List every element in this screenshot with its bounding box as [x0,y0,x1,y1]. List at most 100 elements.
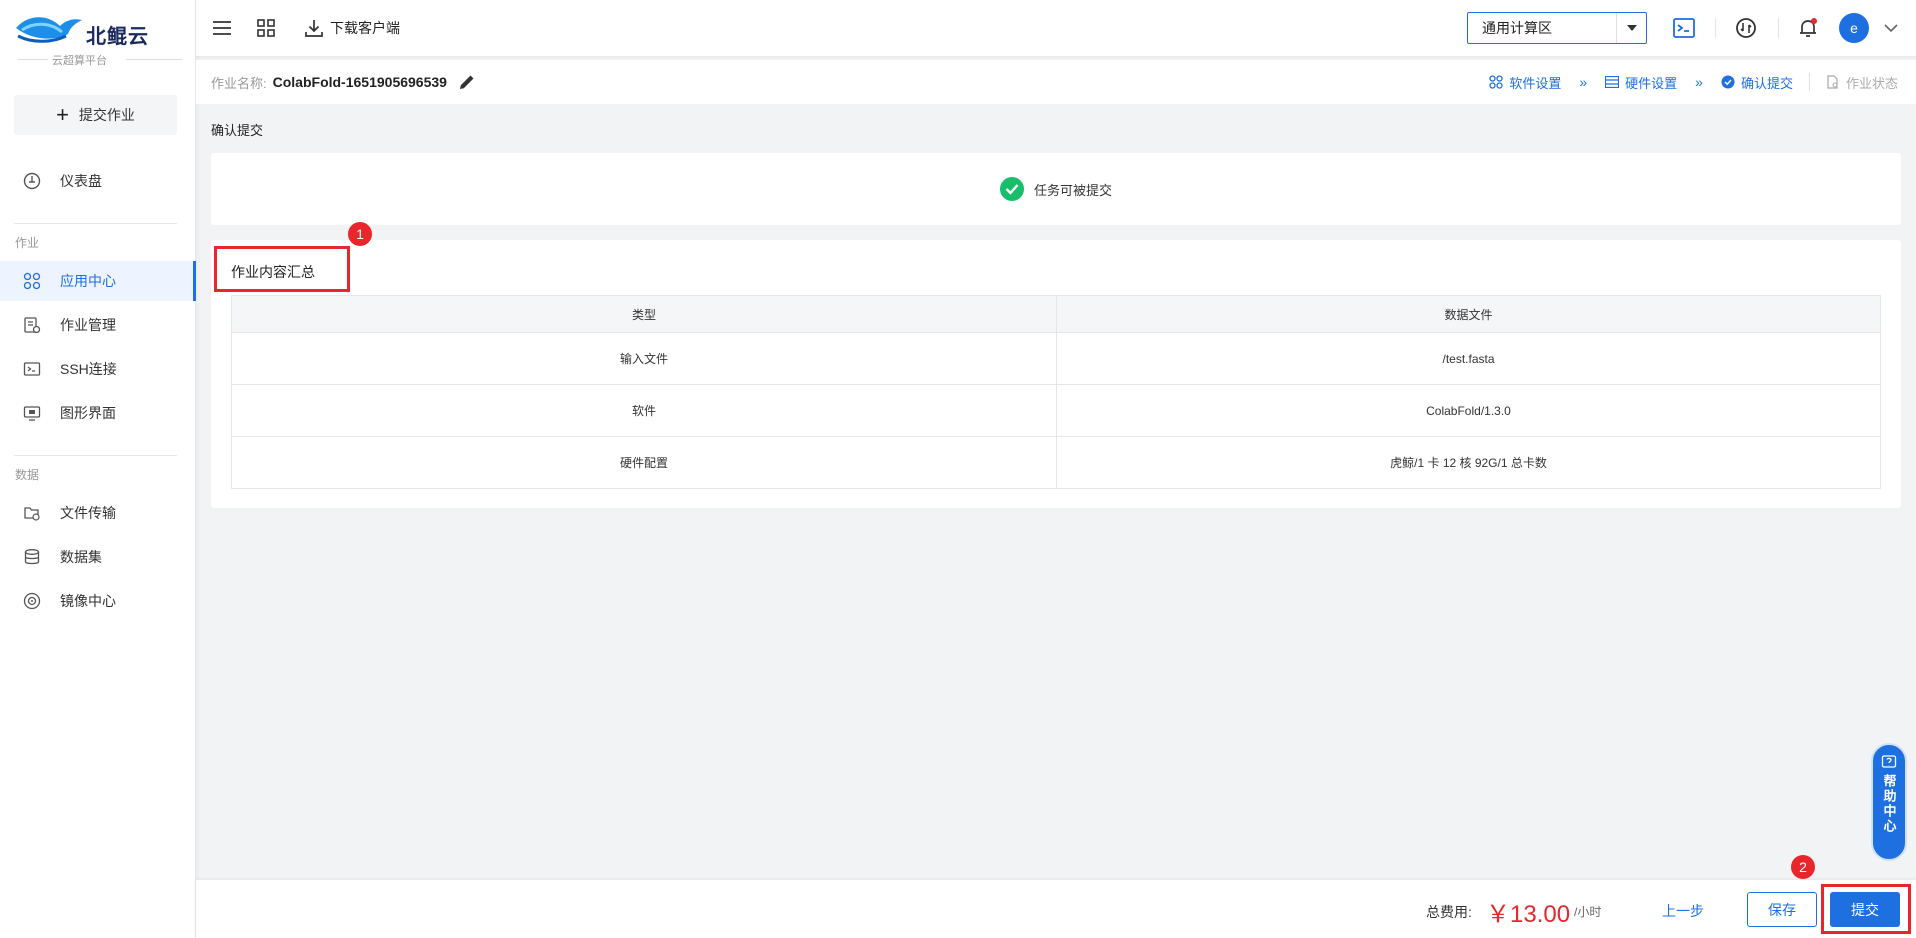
document-search-icon [1827,75,1838,89]
prev-step-button[interactable]: 上一步 [1662,901,1704,921]
brand-subtitle: 云超算平台 [52,55,107,67]
status-text: 任务可被提交 [1033,182,1112,198]
logo-fish-icon [16,17,82,43]
brand-name: 北鲲云 [86,26,149,48]
summary-table: 类型 数据文件 输入文件 /test.fasta 软件 ColabFold/1.… [231,295,1881,489]
menu-icon[interactable] [210,16,234,40]
bottom-bar: 总费用: ￥13.00 /小时 上一步 保存 提交 [196,880,1916,938]
apps-grid-icon[interactable] [254,16,278,40]
table-cell: ColabFold/1.3.0 [1056,384,1881,437]
plus-icon: + [56,102,69,127]
sidebar-item-label: 仪表盘 [60,173,102,189]
double-chevron-right-icon: » [1579,74,1588,90]
job-header: 作业名称: ColabFold-1651905696539 软件设置 » 硬件设… [196,60,1916,104]
step-hardware-settings[interactable]: 硬件设置 [1605,73,1677,92]
edit-pencil-icon[interactable] [457,72,477,92]
status-card: 任务可被提交 [211,153,1901,225]
step-job-status[interactable]: 作业状态 [1826,73,1898,92]
divider [14,455,177,456]
submit-job-button[interactable]: + 提交作业 [14,95,177,135]
help-chat-icon [1881,755,1897,768]
table-header-row: 类型 数据文件 [231,295,1881,333]
table-row: 输入文件 /test.fasta [231,332,1881,385]
help-center-label: 帮助中心 [1881,774,1897,834]
avatar[interactable]: e [1839,13,1869,43]
sidebar-item-label: SSH连接 [60,361,117,377]
caret-down-icon [1616,13,1646,43]
total-fee-value: ￥13.00 [1486,901,1571,928]
bell-icon[interactable] [1796,16,1820,40]
region-value: 通用计算区 [1482,20,1552,36]
highlight-box-submit [1821,884,1911,934]
job-name-label: 作业名称: [211,75,267,91]
sidebar-item-dataset[interactable]: 数据集 [0,537,196,577]
sidebar-item-job-management[interactable]: 作业管理 [0,305,196,345]
step-label: 确认提交 [1740,75,1793,91]
annotation-badge: 2 [1791,855,1815,879]
top-bar: 下载客户端 通用计算区 e [196,0,1916,56]
job-name: ColabFold-1651905696539 [272,74,447,90]
sidebar-item-gui[interactable]: 图形界面 [0,393,196,433]
dashboard-icon [22,171,42,191]
step-label: 硬件设置 [1625,75,1678,91]
sidebar-item-image-center[interactable]: 镜像中心 [0,581,196,621]
disc-icon [22,591,42,611]
help-center-button[interactable]: 帮助中心 [1871,743,1907,861]
table-cell: 输入文件 [231,332,1057,385]
exchange-icon[interactable] [1734,16,1758,40]
download-icon [305,20,323,37]
column-header: 数据文件 [1056,295,1881,333]
section-label-data: 数据 [15,468,40,482]
step-label: 软件设置 [1509,75,1562,91]
divider [126,59,182,60]
table-cell: 软件 [231,384,1057,437]
highlight-box-summary [214,246,350,292]
check-circle-icon [1721,75,1735,89]
folder-transfer-icon [22,503,42,523]
save-button[interactable]: 保存 [1747,892,1817,927]
sidebar-item-label: 作业管理 [60,317,116,333]
download-label: 下载客户端 [330,20,400,36]
divider [1715,18,1716,38]
monitor-icon [22,403,42,423]
sidebar-item-dashboard[interactable]: 仪表盘 [0,161,196,201]
sidebar-item-label: 数据集 [60,549,102,565]
success-check-icon [999,177,1024,201]
section-label-job: 作业 [15,236,40,250]
divider [14,223,177,224]
sidebar-item-label: 镜像中心 [60,593,116,609]
grid-circles-icon [22,271,42,291]
section-title: 确认提交 [211,123,264,138]
download-client-button[interactable]: 下载客户端 [304,16,400,40]
sidebar-item-ssh[interactable]: SSH连接 [0,349,196,389]
sidebar-item-label: 文件传输 [60,505,116,521]
table-row: 硬件配置 虎鲸/1 卡 12 核 92G/1 总卡数 [231,436,1881,489]
annotation-badge: 1 [348,222,372,246]
divider [1778,18,1779,38]
table-row: 软件 ColabFold/1.3.0 [231,384,1881,437]
wizard-steps: 软件设置 » 硬件设置 » 确认提交 作业状态 [1489,60,1898,104]
double-chevron-right-icon: » [1695,74,1703,90]
server-icon [1605,76,1620,88]
sidebar-item-label: 图形界面 [60,405,116,421]
divider [1808,73,1810,91]
table-cell: 硬件配置 [231,436,1057,489]
step-label: 作业状态 [1845,75,1898,91]
summary-card: 作业内容汇总 类型 数据文件 输入文件 /test.fasta 软件 Colab… [211,240,1901,508]
terminal-icon [22,359,42,379]
console-icon[interactable] [1672,16,1696,40]
step-confirm-submit[interactable]: 确认提交 [1721,73,1793,92]
step-software-settings[interactable]: 软件设置 [1489,73,1561,92]
region-select[interactable]: 通用计算区 [1467,12,1647,44]
divider [18,59,48,60]
sidebar-item-file-transfer[interactable]: 文件传输 [0,493,196,533]
table-cell: /test.fasta [1056,332,1881,385]
sidebar-item-app-center[interactable]: 应用中心 [0,261,196,301]
logo[interactable]: 北鲲云 云超算平台 [14,10,184,67]
fee-unit: /小时 [1574,905,1602,919]
job-list-icon [22,315,42,335]
total-fee-label: 总费用: [1426,904,1472,920]
chevron-down-icon[interactable] [1879,16,1903,40]
column-header: 类型 [231,295,1057,333]
database-icon [22,547,42,567]
